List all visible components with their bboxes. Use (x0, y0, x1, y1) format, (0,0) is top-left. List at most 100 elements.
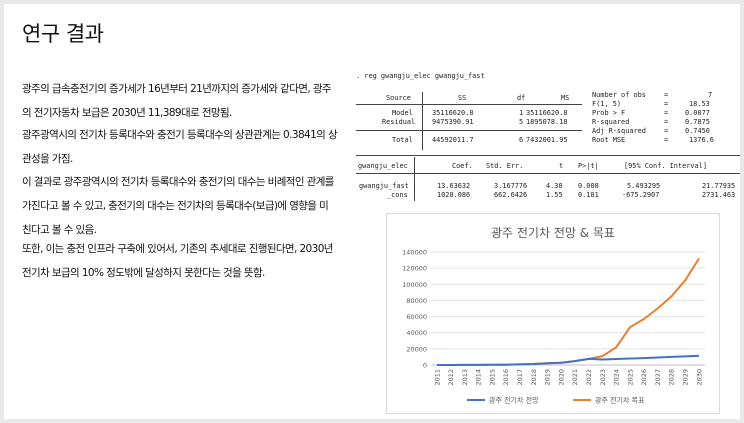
text-line: 의 전기자동차 보급은 2030년 11,389대로 전망됨. (22, 107, 232, 119)
x-tick-label: 2027 (654, 369, 662, 386)
coef-header-ci: [95% Conf. Interval] (624, 162, 707, 170)
anova-header-source: Source (386, 94, 411, 102)
text-line: 전기차 보급의 10% 정도밖에 달성하지 못한다는 것을 뜻함. (22, 267, 265, 279)
fit-stat-value: 7 (708, 91, 713, 99)
x-tick-label: 2030 (695, 369, 703, 386)
anova-ss: 44592011.7 (432, 136, 474, 144)
y-tick-label: 80000 (406, 297, 427, 305)
x-tick-label: 2012 (447, 369, 455, 386)
fit-stat-eq: = (664, 91, 669, 99)
coef-header-var: gwangju_elec (358, 162, 408, 170)
fit-stat-eq: = (664, 127, 669, 135)
paragraph-implication: 또한, 이는 충전 인프라 구축에 있어서, 기존의 추세대로 진행된다면, 2… (22, 237, 367, 285)
x-tick-label: 2025 (626, 369, 634, 386)
anova-header-ss: SS (458, 94, 467, 102)
y-tick-label: 100000 (402, 281, 427, 289)
x-tick-label: 2018 (530, 369, 538, 386)
x-tick-label: 2023 (599, 369, 607, 386)
coef-ci-low: 5.493295 (627, 182, 661, 190)
fit-stat-label: Prob > F (592, 109, 626, 117)
series-line (437, 354, 700, 366)
text-line: 가진다고 볼 수 있고, 충전기의 대수는 전기차의 등록대수(보급)에 영향을… (22, 200, 329, 212)
fit-stat-label: R-squared (592, 118, 630, 126)
x-tick-label: 2022 (585, 369, 593, 386)
fit-stat-eq: = (664, 136, 669, 144)
slide: 연구 결과 광주의 급속충전기의 증가세가 16년부터 21년까지의 증가세와 … (4, 4, 740, 419)
coef-ci-high: 21.77935 (702, 182, 736, 190)
legend-label: 광주 전기차 목표 (595, 396, 645, 405)
y-tick-label: 0 (423, 362, 427, 370)
anova-df: 1 (519, 109, 524, 117)
fit-stat-value: 0.7875 (685, 118, 710, 126)
anova-ss: 35116620.8 (432, 109, 474, 117)
coef-t: 4.30 (546, 182, 563, 190)
anova-source: Residual (382, 118, 416, 126)
fit-stat-value: 18.53 (689, 100, 710, 108)
text-line: 광주광역시의 전기차 등록대수와 충전기 등록대수의 상관관계는 0.3841의… (22, 129, 338, 141)
x-tick-label: 2026 (640, 369, 648, 386)
x-tick-label: 2014 (475, 369, 483, 386)
y-tick-label: 120000 (402, 265, 427, 273)
divider (356, 104, 582, 105)
x-tick-label: 2028 (668, 369, 676, 386)
x-tick-label: 2021 (571, 369, 579, 386)
coef-value: 13.63632 (437, 182, 471, 190)
y-tick-label: 40000 (406, 329, 427, 337)
slide-title: 연구 결과 (22, 22, 104, 46)
anova-ms: 35116620.8 (526, 109, 568, 117)
legend-label: 광주 전기차 전망 (489, 396, 539, 405)
paragraph-forecast: 광주의 급속충전기의 증가세가 16년부터 21년까지의 증가세와 같다면, 광… (22, 77, 367, 125)
x-tick-label: 2020 (557, 369, 565, 386)
anova-header-ms: MS (561, 94, 570, 102)
paragraph-proportional: 이 결과로 광주광역시의 전기차 등록대수와 충전기의 대수는 비례적인 관계를… (22, 170, 367, 242)
y-tick-label: 140000 (402, 249, 427, 257)
anova-df: 5 (519, 118, 524, 126)
coef-header-se: Std. Err. (486, 162, 524, 170)
fit-stat-label: Number of obs (592, 91, 646, 99)
anova-source: Total (392, 136, 413, 144)
text-line: 관성을 가짐. (22, 153, 73, 165)
coef-value: 1028.086 (437, 191, 471, 199)
fit-stat-label: Adj R-squared (592, 127, 646, 135)
x-tick-label: 2019 (544, 369, 552, 386)
anova-header-df: df (517, 94, 526, 102)
x-tick-label: 2016 (502, 369, 510, 386)
fit-stat-label: Root MSE (592, 136, 626, 144)
ev-forecast-chart: 광주 전기차 전망 & 목표 0 20000 40000 60000 80000 10000… (386, 213, 720, 414)
coef-header-coef: Coef. (452, 162, 473, 170)
x-tick-label: 2015 (488, 369, 496, 386)
coef-header-p: P>|t| (578, 162, 599, 170)
chart-canvas: 광주 전기차 전망 & 목표 0 20000 40000 60000 80000 10000… (402, 226, 705, 405)
coef-ci-high: 2731.463 (702, 191, 736, 199)
anova-ss: 9475390.91 (432, 118, 474, 126)
coef-se: 3.167776 (494, 182, 528, 190)
text-line: 이 결과로 광주광역시의 전기차 등록대수와 충전기의 대수는 비례적인 관계를 (22, 176, 334, 188)
fit-stat-eq: = (664, 100, 669, 108)
anova-ms: 1895078.18 (526, 118, 568, 126)
divider (422, 92, 423, 150)
anova-source: Model (392, 109, 413, 117)
stata-command: . reg gwangju_elec gwangju_fast (356, 72, 485, 80)
coef-p: 0.008 (578, 182, 599, 190)
coef-var: gwangju_fast (359, 182, 409, 190)
coef-header-t: t (559, 162, 564, 170)
text-line: 또한, 이는 충전 인프라 구축에 있어서, 기존의 추세대로 진행된다면, 2… (22, 243, 333, 255)
x-tick-label: 2024 (613, 369, 621, 386)
x-tick-label: 2029 (682, 369, 690, 386)
anova-ms: 7432001.95 (526, 136, 568, 144)
fit-stat-eq: = (664, 118, 669, 126)
x-tick-label: 2011 (433, 369, 441, 386)
coef-ci-low: -675.2907 (622, 191, 660, 199)
fit-stat-value: 0.7450 (685, 127, 710, 135)
anova-df: 6 (519, 136, 524, 144)
y-tick-label: 20000 (406, 345, 427, 353)
coef-se: 662.6426 (494, 191, 528, 199)
fit-stat-eq: = (664, 109, 669, 117)
divider (356, 130, 582, 131)
x-tick-label: 2013 (461, 369, 469, 386)
y-tick-label: 60000 (406, 313, 427, 321)
coef-var: _cons (387, 191, 408, 199)
divider (356, 155, 740, 156)
divider (414, 157, 415, 201)
fit-stat-value: 0.0077 (685, 109, 710, 117)
